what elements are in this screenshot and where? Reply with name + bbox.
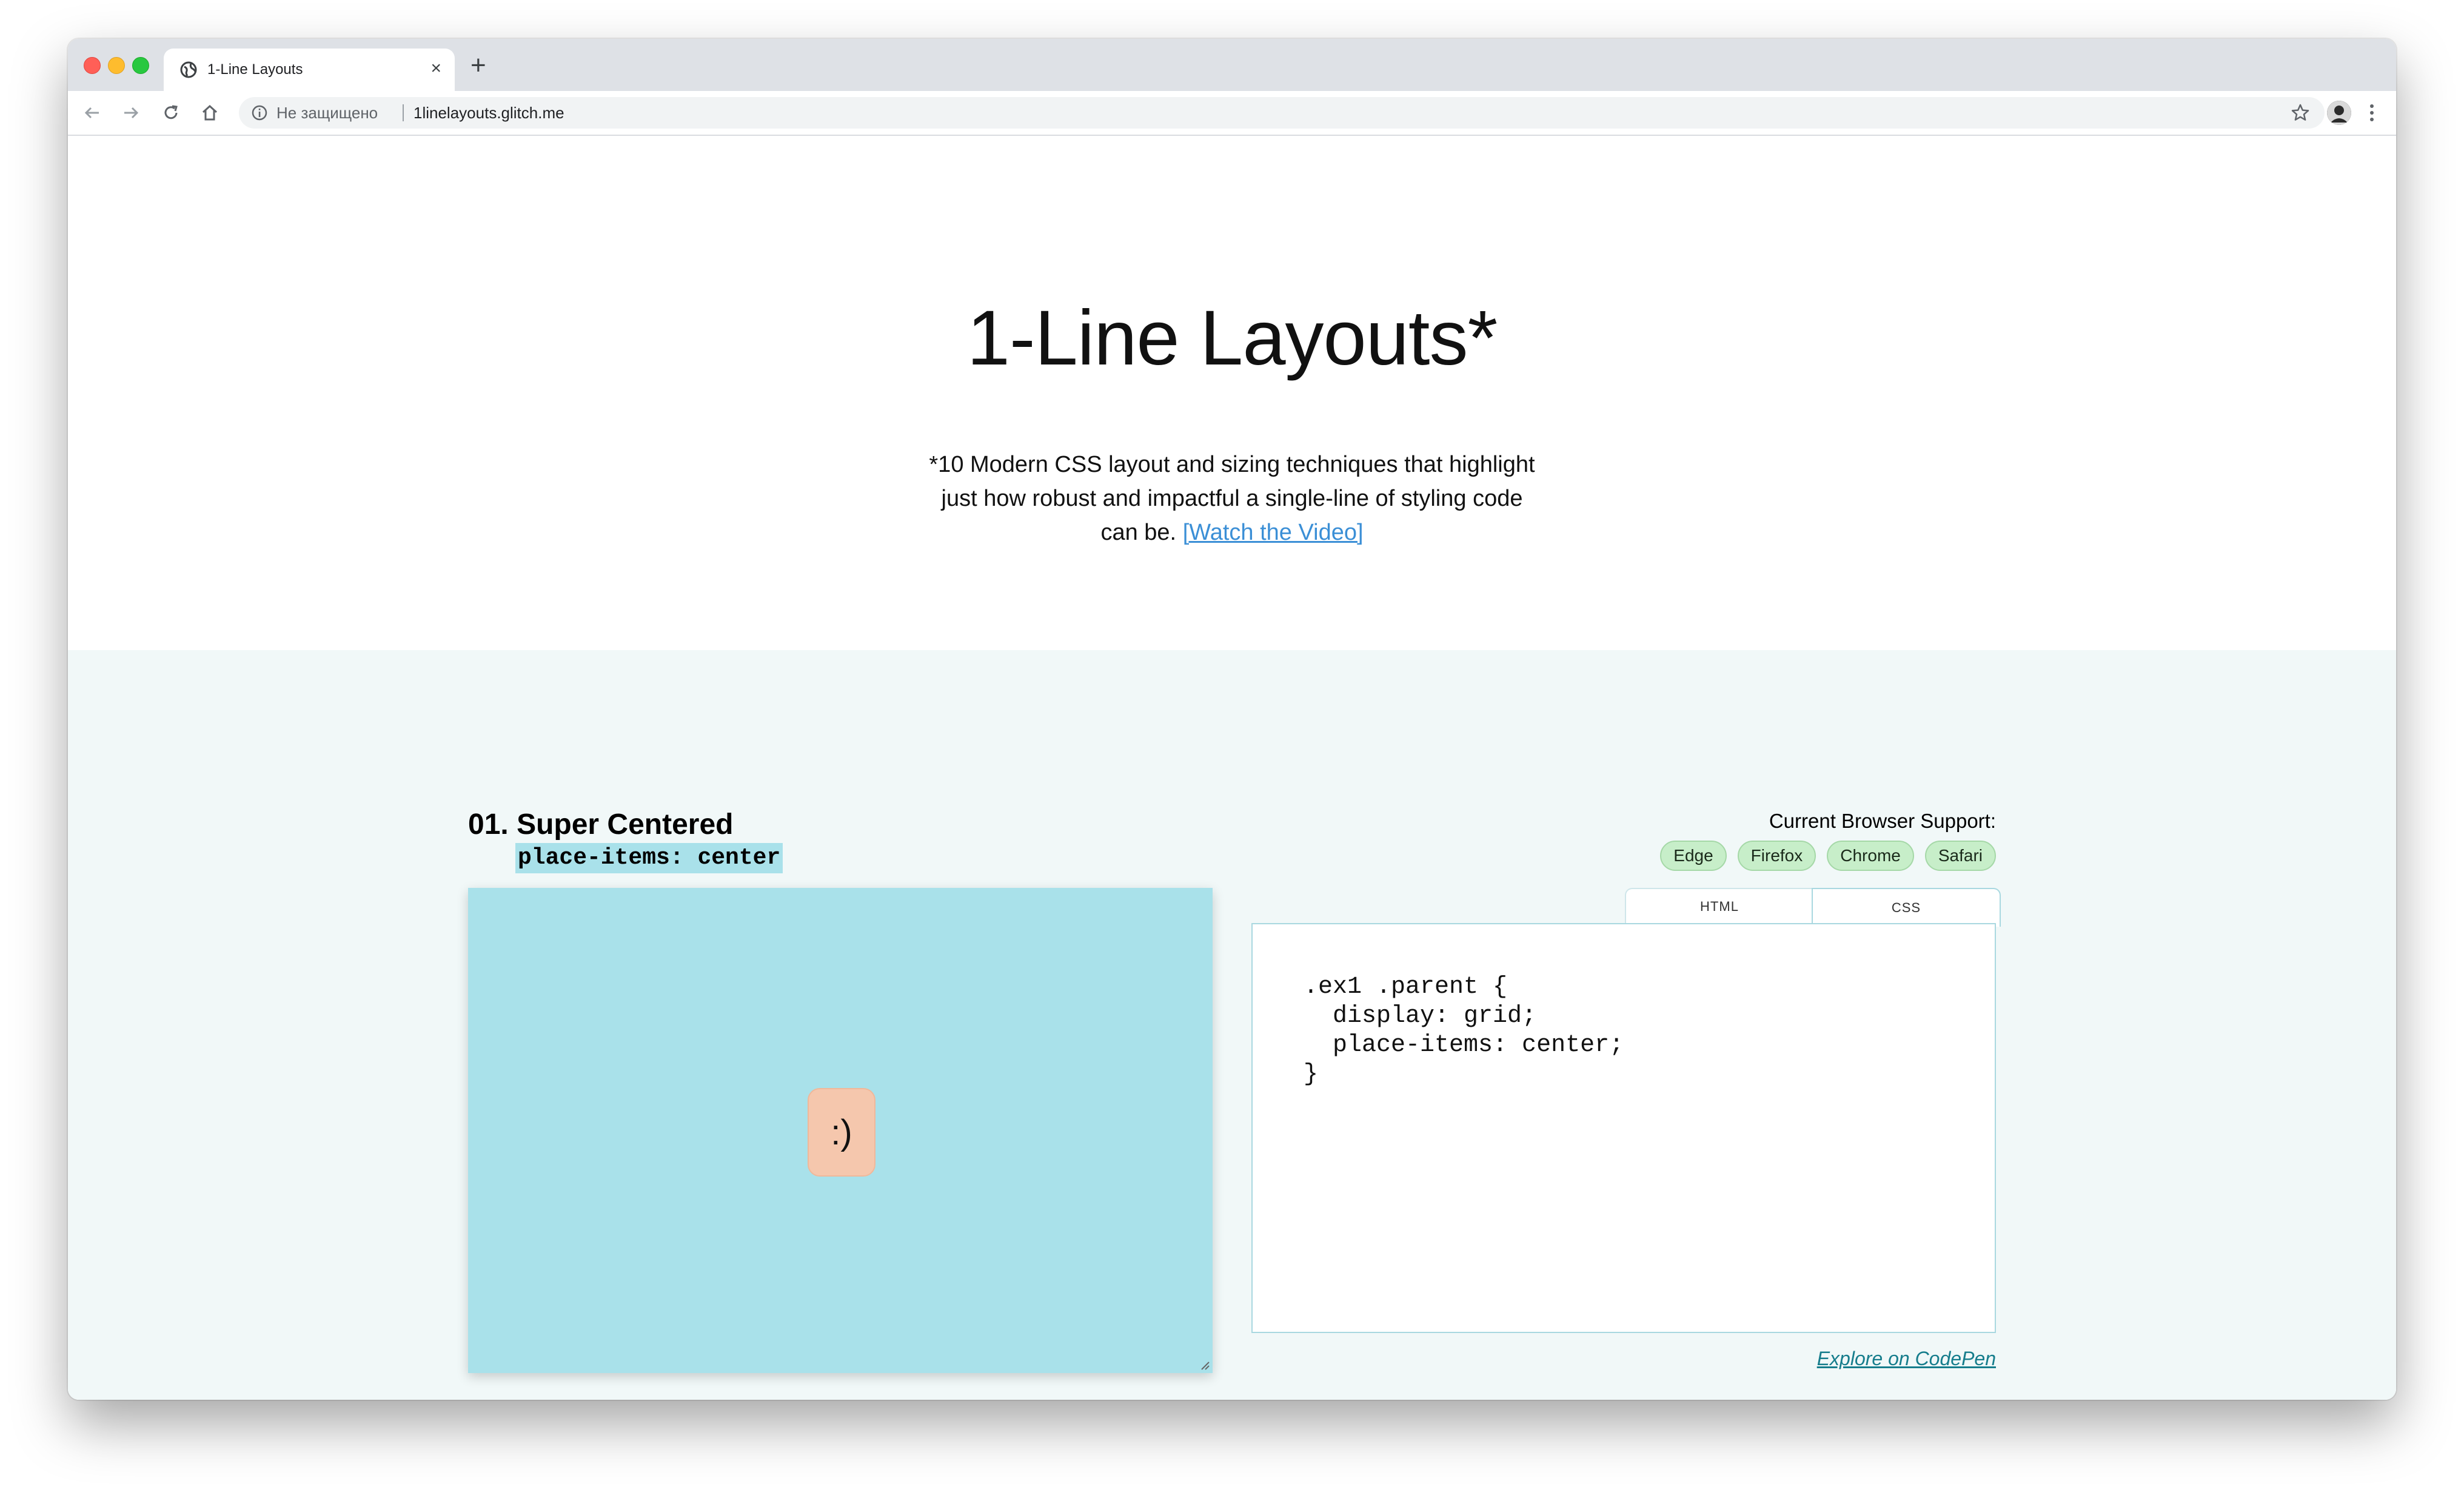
bookmark-star-icon[interactable] <box>2291 103 2310 123</box>
globe-icon <box>180 61 197 78</box>
badge-edge: Edge <box>1660 841 1727 871</box>
info-icon[interactable] <box>251 104 268 121</box>
css-code-block: .ex1 .parent { display: grid; place-item… <box>1304 973 1624 1088</box>
browser-tab-active[interactable]: 1-Line Layouts × <box>164 49 455 91</box>
address-bar[interactable]: Не защищено 1linelayouts.glitch.me <box>239 97 2325 129</box>
example-heading: 01. Super Centered <box>468 808 734 841</box>
arrow-right-icon <box>124 107 139 119</box>
arrow-left-icon <box>84 107 99 119</box>
url-separator <box>403 104 404 121</box>
web-page: 1-Line Layouts* *10 Modern CSS layout an… <box>68 136 2396 1400</box>
browser-toolbar: Не защищено 1linelayouts.glitch.me <box>68 91 2396 136</box>
browser-window: 1-Line Layouts × + Не защищено 1linelayo… <box>68 39 2396 1400</box>
tab-close-icon[interactable]: × <box>430 59 441 78</box>
forward-button[interactable] <box>118 99 144 126</box>
reload-icon <box>164 105 178 119</box>
close-window-button[interactable] <box>84 57 101 74</box>
example-section: 01. Super Centered place-items: center C… <box>68 650 2396 1400</box>
page-subtitle: *10 Modern CSS layout and sizing techniq… <box>929 448 1535 549</box>
demo-parent-box[interactable]: :) <box>468 888 1213 1373</box>
badge-chrome: Chrome <box>1827 841 1914 871</box>
example-code-label: place-items: center <box>515 843 783 873</box>
reload-button[interactable] <box>158 99 184 126</box>
tab-title: 1-Line Layouts <box>207 61 303 78</box>
browser-support-label: Current Browser Support: <box>1769 810 1996 832</box>
kebab-menu-icon[interactable] <box>2366 101 2378 125</box>
watch-video-link[interactable]: [Watch the Video] <box>1183 520 1364 545</box>
maximize-window-button[interactable] <box>132 57 149 74</box>
home-button[interactable] <box>196 99 223 126</box>
profile-avatar[interactable] <box>2327 101 2351 125</box>
resize-handle-icon[interactable] <box>1197 1357 1210 1371</box>
home-icon <box>202 104 218 121</box>
minimize-window-button[interactable] <box>108 57 125 74</box>
back-button[interactable] <box>79 99 105 126</box>
url-text[interactable]: 1linelayouts.glitch.me <box>413 104 564 121</box>
demo-child-box: :) <box>808 1088 875 1177</box>
explore-codepen-link[interactable]: Explore on CodePen <box>1817 1346 1996 1371</box>
security-status: Не защищено <box>276 104 378 122</box>
avatar-icon <box>2327 101 2351 125</box>
page-title: 1-Line Layouts* <box>966 295 1498 381</box>
badge-firefox: Firefox <box>1737 841 1816 871</box>
code-panel: .ex1 .parent { display: grid; place-item… <box>1251 923 1996 1333</box>
tab-html[interactable]: HTML <box>1625 888 1814 924</box>
tab-strip: 1-Line Layouts × + <box>68 39 2396 91</box>
new-tab-button[interactable]: + <box>470 52 486 79</box>
browser-support-badges: Edge Firefox Chrome Safari <box>1660 841 1996 871</box>
badge-safari: Safari <box>1924 841 1996 871</box>
tab-css[interactable]: CSS <box>1812 888 2001 927</box>
